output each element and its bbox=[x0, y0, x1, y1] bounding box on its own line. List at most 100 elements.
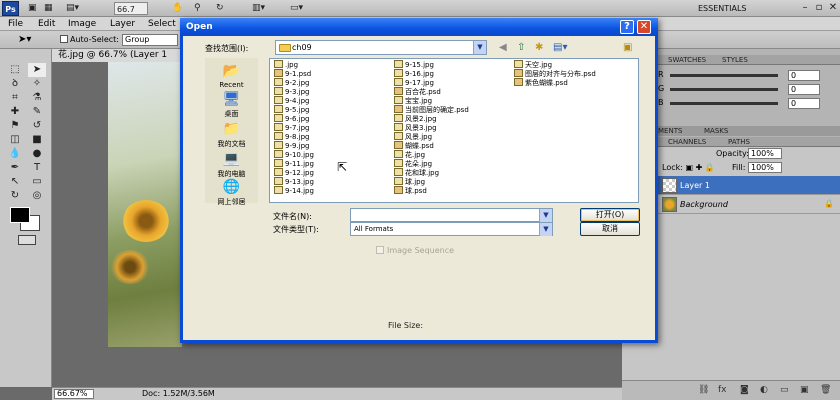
tab-adjustments[interactable]: MENTS bbox=[658, 126, 682, 136]
b-slider[interactable] bbox=[670, 102, 778, 105]
auto-select-mode-dropdown[interactable]: Group bbox=[122, 34, 178, 46]
file-item[interactable]: 9-11.jpg bbox=[274, 159, 314, 168]
dialog-titlebar[interactable]: Open ? ✕ bbox=[180, 18, 658, 36]
eraser-tool-icon[interactable]: ◫ bbox=[6, 133, 24, 147]
file-item[interactable]: 球.psd bbox=[394, 186, 469, 195]
dodge-tool-icon[interactable]: ● bbox=[28, 147, 46, 161]
new-layer-icon[interactable]: ▣ bbox=[800, 385, 809, 395]
workspace-switcher[interactable]: ESSENTIALS bbox=[694, 2, 786, 15]
minimize-icon[interactable]: – bbox=[798, 1, 812, 15]
tab-channels[interactable]: CHANNELS bbox=[668, 137, 706, 147]
back-icon[interactable]: ◀ bbox=[499, 42, 507, 54]
marquee-tool-icon[interactable]: ⬚ bbox=[6, 63, 24, 77]
type-tool-icon[interactable]: T bbox=[28, 161, 46, 175]
path-selection-icon[interactable]: ↖ bbox=[6, 175, 24, 189]
cancel-button[interactable]: 取消 bbox=[580, 222, 640, 236]
chevron-down-icon[interactable]: ▼ bbox=[473, 41, 486, 54]
help-button[interactable]: ? bbox=[620, 20, 634, 34]
b-value-field[interactable]: 0 bbox=[788, 98, 820, 109]
file-item[interactable]: 当前图层的确定.psd bbox=[394, 105, 469, 114]
r-slider[interactable] bbox=[670, 74, 778, 77]
file-name-input[interactable]: ▼ bbox=[350, 208, 553, 222]
arrange-documents-icon[interactable]: ▥▾ bbox=[252, 2, 265, 15]
file-item[interactable]: 9-9.jpg bbox=[274, 141, 314, 150]
file-item[interactable]: 紫色蝴蝶.psd bbox=[514, 78, 596, 87]
auto-select-checkbox[interactable]: Auto-Select: bbox=[60, 35, 119, 45]
new-group-icon[interactable]: ▭ bbox=[780, 385, 789, 395]
file-item[interactable]: 9-13.jpg bbox=[274, 177, 314, 186]
up-folder-icon[interactable]: ⇧ bbox=[517, 42, 525, 54]
image-sequence-checkbox[interactable]: Image Sequence bbox=[376, 246, 454, 255]
file-item[interactable]: 9-1.psd bbox=[274, 69, 314, 78]
fill-field[interactable]: 100% bbox=[748, 162, 782, 173]
document-tab[interactable]: 花.jpg @ 66.7% (Layer 1 bbox=[52, 49, 180, 62]
file-item[interactable]: 9-12.jpg bbox=[274, 168, 314, 177]
file-item[interactable]: 图层的对齐与分布.psd bbox=[514, 69, 596, 78]
maximize-icon[interactable]: ▫ bbox=[812, 1, 826, 15]
tab-swatches[interactable]: SWATCHES bbox=[668, 55, 706, 65]
file-item[interactable]: 蝴蝶.psd bbox=[394, 141, 469, 150]
status-zoom-field[interactable]: 66.67% bbox=[54, 389, 94, 399]
menu-layer[interactable]: Layer bbox=[110, 18, 135, 30]
file-item[interactable]: 9-8.jpg bbox=[274, 132, 314, 141]
layer-row[interactable]: Layer 1 bbox=[656, 176, 840, 195]
file-type-dropdown[interactable]: All Formats ▼ bbox=[350, 222, 553, 236]
menu-edit[interactable]: Edit bbox=[38, 18, 55, 30]
tab-paths[interactable]: PATHS bbox=[728, 137, 750, 147]
move-tool-icon[interactable]: ➤ bbox=[28, 63, 46, 77]
file-item[interactable]: 风景2.jpg bbox=[394, 114, 469, 123]
pen-tool-icon[interactable]: ✒ bbox=[6, 161, 24, 175]
tab-styles[interactable]: STYLES bbox=[722, 55, 748, 65]
shape-tool-icon[interactable]: ▭ bbox=[28, 175, 46, 189]
file-item[interactable]: 花.jpg bbox=[394, 150, 469, 159]
file-item[interactable]: 风景.jpg bbox=[394, 132, 469, 141]
file-item[interactable]: .jpg bbox=[274, 60, 314, 69]
new-folder-icon[interactable]: ✱ bbox=[535, 42, 543, 54]
document-size-info[interactable]: Doc: 1.52M/3.56M bbox=[142, 388, 215, 400]
file-item[interactable]: 宝宝.jpg bbox=[394, 96, 469, 105]
menu-file[interactable]: File bbox=[8, 18, 23, 30]
rotate-view-icon[interactable]: ↻ bbox=[216, 2, 224, 15]
history-brush-icon[interactable]: ↺ bbox=[28, 119, 46, 133]
file-item[interactable]: 球.jpg bbox=[394, 177, 469, 186]
adjustment-layer-icon[interactable]: ◐ bbox=[760, 385, 768, 395]
file-item[interactable]: 天空.jpg bbox=[514, 60, 596, 69]
magic-wand-icon[interactable]: ✧ bbox=[28, 77, 46, 91]
file-item[interactable]: 9-14.jpg bbox=[274, 186, 314, 195]
app-close-icon[interactable]: ✕ bbox=[826, 1, 840, 15]
g-slider[interactable] bbox=[670, 88, 778, 91]
file-item[interactable]: 9-6.jpg bbox=[274, 114, 314, 123]
blur-tool-icon[interactable]: 💧 bbox=[6, 147, 24, 161]
delete-layer-icon[interactable]: 🗑 bbox=[820, 385, 831, 395]
3d-rotate-icon[interactable]: ↻ bbox=[6, 189, 24, 203]
zoom-tool-icon[interactable]: ⚲ bbox=[194, 2, 201, 15]
layer-style-icon[interactable]: fx bbox=[718, 385, 727, 395]
file-item[interactable]: 9-16.jpg bbox=[394, 69, 469, 78]
file-item[interactable]: 9-5.jpg bbox=[274, 105, 314, 114]
file-item[interactable]: 9-17.jpg bbox=[394, 78, 469, 87]
chevron-down-icon[interactable]: ▼ bbox=[539, 209, 552, 222]
tab-masks[interactable]: MASKS bbox=[704, 126, 728, 136]
thumbnail-folder-icon[interactable]: ▣ bbox=[623, 42, 632, 54]
g-value-field[interactable]: 0 bbox=[788, 84, 820, 95]
screen-mode-icon[interactable]: ▭▾ bbox=[290, 2, 303, 15]
close-button[interactable]: ✕ bbox=[637, 20, 651, 34]
opacity-field[interactable]: 100% bbox=[748, 148, 782, 159]
file-item[interactable]: 9-15.jpg bbox=[394, 60, 469, 69]
eyedropper-icon[interactable]: ⚗ bbox=[28, 91, 46, 105]
lasso-tool-icon[interactable]: ꝺ bbox=[6, 77, 24, 91]
file-item[interactable]: 风景3.jpg bbox=[394, 123, 469, 132]
file-list[interactable]: .jpg 9-1.psd 9-2.jpg 9-3.jpg 9-4.jpg 9-5.jpg 9… bbox=[269, 58, 639, 203]
chevron-down-icon[interactable]: ▼ bbox=[539, 223, 552, 236]
minibridge-icon[interactable]: ▦ bbox=[44, 2, 53, 15]
zoom-level-field[interactable]: 66.7 bbox=[114, 2, 148, 15]
place-desktop[interactable]: 🖥 桌面 bbox=[205, 90, 258, 119]
place-recent[interactable]: 📂 Recent bbox=[205, 62, 258, 89]
hand-tool-icon[interactable]: ✋ bbox=[172, 2, 183, 15]
file-item[interactable]: 百合花.psd bbox=[394, 87, 469, 96]
place-my-documents[interactable]: 📁 我的文档 bbox=[205, 120, 258, 149]
file-item[interactable]: 9-4.jpg bbox=[274, 96, 314, 105]
file-item[interactable]: 9-2.jpg bbox=[274, 78, 314, 87]
view-menu-icon[interactable]: ▤▾ bbox=[553, 42, 567, 54]
move-tool-preset-icon[interactable]: ➤▾ bbox=[18, 34, 31, 45]
